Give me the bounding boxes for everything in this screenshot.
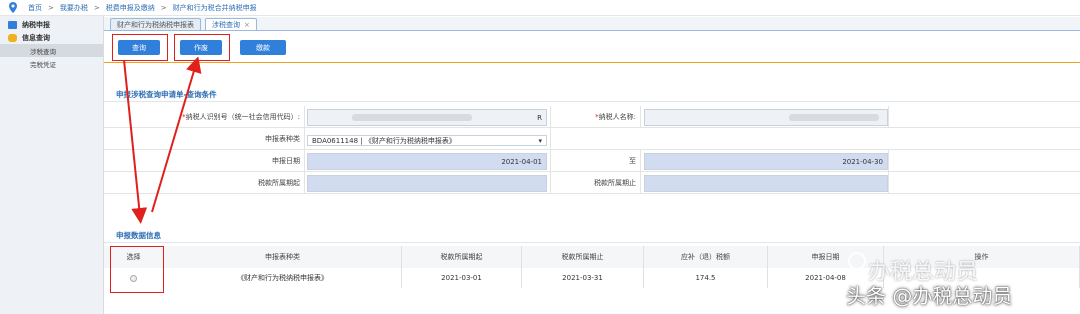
arrow-down: [123, 59, 148, 224]
watermark-logo-icon: [848, 252, 866, 270]
watermark-credit: 头条 @办税总动员: [846, 284, 1013, 308]
arrow-up: [151, 56, 202, 213]
